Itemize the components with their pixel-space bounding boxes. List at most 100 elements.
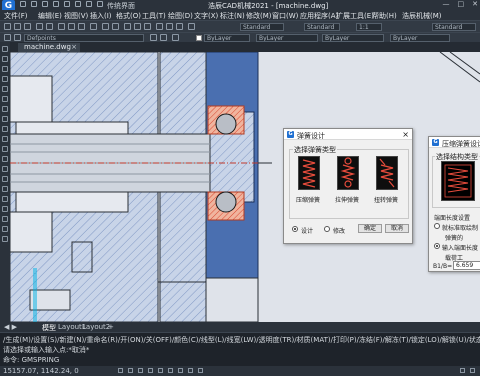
radio-design[interactable] xyxy=(292,226,298,232)
snap-icon[interactable] xyxy=(118,368,123,373)
dim-style-dropdown[interactable]: Standard xyxy=(304,23,340,31)
rectangle-icon[interactable] xyxy=(2,86,8,92)
table-style-dropdown[interactable]: Standard xyxy=(432,23,476,31)
make-block-icon[interactable] xyxy=(2,166,8,172)
layer-dropdown[interactable]: Defpoints xyxy=(24,34,144,42)
layer-previous-icon[interactable] xyxy=(160,34,167,41)
workspace-icon[interactable] xyxy=(97,1,103,7)
close-button[interactable]: ✕ xyxy=(472,0,478,8)
close-icon[interactable]: × xyxy=(402,130,409,139)
add-selected-icon[interactable] xyxy=(2,236,8,242)
insert-block-icon[interactable] xyxy=(2,156,8,162)
point-icon[interactable] xyxy=(2,176,8,182)
ellipse-arc-icon[interactable] xyxy=(2,146,8,152)
gradient-icon[interactable] xyxy=(2,196,8,202)
mtext-icon[interactable] xyxy=(2,226,8,232)
minimize-button[interactable]: — xyxy=(443,0,450,8)
match-icon[interactable] xyxy=(90,23,97,30)
linetype-dropdown[interactable]: ByLayer xyxy=(256,34,318,42)
layer-manager-icon[interactable] xyxy=(4,34,11,41)
drawing-canvas[interactable]: G 弹簧设计 × 选择弹簧类型 压缩弹簧 拉伸弹簧 扭转弹簧 设计 修改 确定 … xyxy=(10,52,480,322)
command-window[interactable]: /生成(M)/设置(S)/新建(N)/重命名(R)/开(ON)/关(OFF)/颜… xyxy=(0,332,480,366)
fullscreen-icon[interactable] xyxy=(470,368,475,373)
standard-toolbar: Standard Standard 1:1 Standard xyxy=(0,20,480,32)
close-icon[interactable]: × xyxy=(71,43,77,52)
design-center-icon[interactable] xyxy=(166,23,173,30)
tab-nav-icon[interactable]: ◀ ▶ xyxy=(4,323,17,331)
print-icon[interactable] xyxy=(64,1,70,7)
radio-modify[interactable] xyxy=(324,226,330,232)
lineweight-icon[interactable] xyxy=(178,368,183,373)
save-as-icon[interactable] xyxy=(53,1,59,7)
new-file-icon[interactable] xyxy=(20,1,26,7)
redo-icon[interactable] xyxy=(112,23,119,30)
circle-icon[interactable] xyxy=(2,106,8,112)
tool-palette-icon[interactable] xyxy=(176,23,183,30)
preview-icon[interactable] xyxy=(46,23,53,30)
tab-layout2[interactable]: Layout2 xyxy=(82,323,110,331)
zoom-icon[interactable] xyxy=(134,23,141,30)
help-icon[interactable] xyxy=(188,23,195,30)
otrack-icon[interactable] xyxy=(168,368,173,373)
region-icon[interactable] xyxy=(2,206,8,212)
save-icon[interactable] xyxy=(42,1,48,7)
polyline-icon[interactable] xyxy=(2,66,8,72)
redo-icon[interactable] xyxy=(86,1,92,7)
document-tab[interactable]: machine.dwg × xyxy=(18,43,80,52)
print-icon[interactable] xyxy=(36,23,43,30)
zoom-window-icon[interactable] xyxy=(144,23,151,30)
plotstyle-dropdown[interactable]: ByLayer xyxy=(390,34,450,42)
ok-button[interactable]: 确定 xyxy=(358,224,382,233)
layer-isolate-icon[interactable] xyxy=(172,34,179,41)
spring-icon[interactable] xyxy=(376,156,398,190)
open-file-icon[interactable] xyxy=(31,1,37,7)
layer-state-icon[interactable] xyxy=(14,34,21,41)
spring-icon[interactable] xyxy=(298,156,320,190)
command-prompt[interactable]: 命令: GMSPRING xyxy=(3,355,59,365)
make-current-icon[interactable] xyxy=(150,34,157,41)
spring-type-label: 扭转弹簧 xyxy=(374,197,399,204)
undo-icon[interactable] xyxy=(102,23,109,30)
cancel-button[interactable]: 取消 xyxy=(385,224,409,233)
line-icon[interactable] xyxy=(2,46,8,52)
color-dropdown[interactable]: ByLayer xyxy=(204,34,250,42)
radio-standard[interactable] xyxy=(434,223,440,229)
undo-icon[interactable] xyxy=(75,1,81,7)
group-label: 选择弹簧类型 xyxy=(293,145,337,155)
model-space-icon[interactable] xyxy=(188,368,193,373)
construction-line-icon[interactable] xyxy=(2,56,8,62)
dyn-input-icon[interactable] xyxy=(198,368,203,373)
lineweight-dropdown[interactable]: ByLayer xyxy=(322,34,384,42)
open-icon[interactable] xyxy=(14,23,21,30)
settings-icon[interactable] xyxy=(460,368,465,373)
polar-icon[interactable] xyxy=(148,368,153,373)
pan-icon[interactable] xyxy=(124,23,131,30)
grid-icon[interactable] xyxy=(128,368,133,373)
radio-input-length[interactable] xyxy=(434,243,440,249)
save-icon[interactable] xyxy=(24,23,31,30)
b1-input[interactable]: 6.659 xyxy=(453,261,480,270)
properties-icon[interactable] xyxy=(156,23,163,30)
new-icon[interactable] xyxy=(4,23,11,30)
polygon-icon[interactable] xyxy=(2,76,8,82)
ortho-icon[interactable] xyxy=(138,368,143,373)
spring-type-label: 拉伸弹簧 xyxy=(335,197,360,204)
paste-icon[interactable] xyxy=(78,23,85,30)
maximize-button[interactable]: □ xyxy=(458,0,465,8)
spring-icon[interactable] xyxy=(337,156,359,190)
hatch-icon[interactable] xyxy=(2,186,8,192)
copy-icon[interactable] xyxy=(68,23,75,30)
app-window: G 传统界面 浩辰CAD机械2021 - [machine.dwg] — □ ✕… xyxy=(0,0,480,376)
osnap-icon[interactable] xyxy=(158,368,163,373)
spline-icon[interactable] xyxy=(2,126,8,132)
add-layout-button[interactable]: + xyxy=(108,323,114,331)
arc-icon[interactable] xyxy=(2,96,8,102)
ellipse-icon[interactable] xyxy=(2,136,8,142)
spring-icon[interactable] xyxy=(441,161,475,201)
window-controls: — □ ✕ xyxy=(443,0,479,8)
table-icon[interactable] xyxy=(2,216,8,222)
scale-dropdown[interactable]: 1:1 xyxy=(356,23,382,31)
revcloud-icon[interactable] xyxy=(2,116,8,122)
text-style-dropdown[interactable]: Standard xyxy=(240,23,284,31)
cut-icon[interactable] xyxy=(58,23,65,30)
